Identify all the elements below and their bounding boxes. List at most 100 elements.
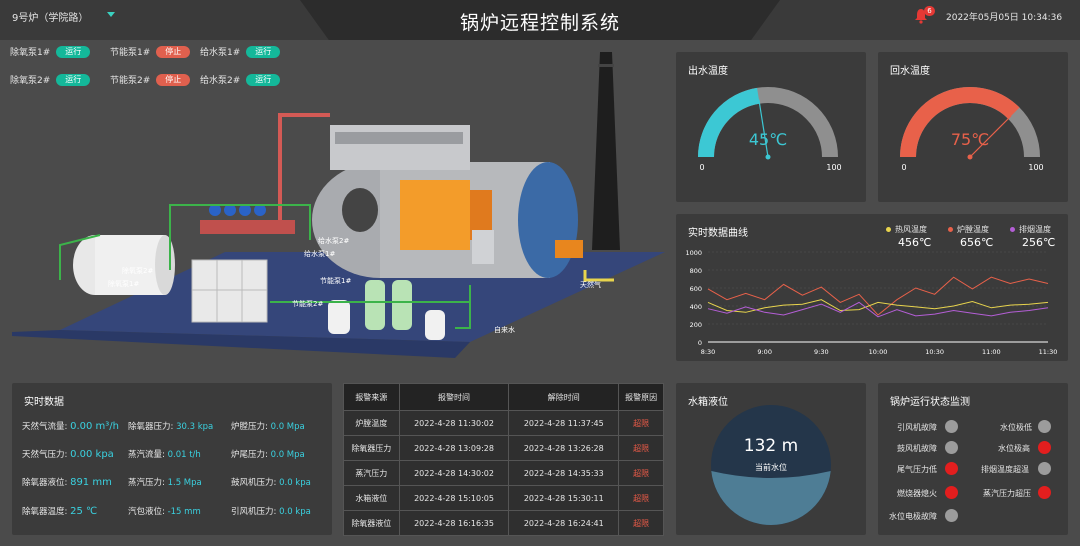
table-cell: 超限 xyxy=(618,435,664,461)
status-indicator xyxy=(945,420,958,433)
chevron-down-icon[interactable] xyxy=(107,12,115,17)
scene-label-feed-pump2: 给水泵2# xyxy=(318,236,349,245)
gauge-panel-return: 回水温度 xyxy=(878,52,1068,202)
table-cell: 超限 xyxy=(618,510,664,536)
realtime-label: 鼓风机压力: xyxy=(231,478,277,488)
y-tick-label: 0 xyxy=(698,339,702,347)
realtime-value: 0.00 m³/h xyxy=(70,421,119,432)
realtime-value: 30.3 kpa xyxy=(176,422,214,432)
table-row[interactable]: 水箱液位 2022-4-28 15:10:05 2022-4-28 15:30:11… xyxy=(343,485,664,511)
water-tank xyxy=(191,259,268,323)
table-cell: 2022-4-28 16:24:41 xyxy=(508,510,620,536)
alarm-table: 报警来源 报警时间 解除时间 报警原因 炉膛温度 2022-4-28 11:30:… xyxy=(343,383,664,536)
realtime-item: 除氧器液位: 891 mm xyxy=(22,476,112,488)
table-cell: 炉膛温度 xyxy=(343,410,400,436)
realtime-label: 天然气压力: xyxy=(22,450,68,460)
dashboard: 锅炉远程控制系统 9号炉（学院路） 6 2022年05月05日 10:34:36… xyxy=(0,0,1080,546)
station-selector[interactable]: 9号炉（学院路） xyxy=(12,9,88,24)
realtime-label: 除氧器温度: xyxy=(22,507,68,517)
x-tick-label: 10:30 xyxy=(925,348,944,356)
table-cell: 2022-4-28 15:30:11 xyxy=(508,485,620,511)
table-cell: 2022-4-28 13:26:28 xyxy=(508,435,620,461)
realtime-item: 除氧器压力: 30.3 kpa xyxy=(128,420,213,432)
status-indicator xyxy=(945,486,958,499)
status-indicator xyxy=(1038,441,1051,454)
x-tick-label: 8:30 xyxy=(701,348,716,356)
status-label: 蒸汽压力超压 xyxy=(983,489,1031,498)
realtime-label: 炉尾压力: xyxy=(231,450,268,460)
y-tick-label: 400 xyxy=(690,303,702,311)
realtime-item: 天然气流量: 0.00 m³/h xyxy=(22,420,119,432)
realtime-title: 实时数据 xyxy=(24,397,64,408)
realtime-value: 891 mm xyxy=(70,477,112,488)
legend-name: 排烟温度 xyxy=(1019,225,1051,234)
realtime-label: 除氧器压力: xyxy=(128,422,174,432)
realtime-value: 0.00 kpa xyxy=(70,449,114,460)
table-row[interactable]: 炉膛温度 2022-4-28 11:30:02 2022-4-28 11:37:45… xyxy=(343,410,664,436)
table-cell: 2022-4-28 16:16:35 xyxy=(398,510,510,536)
table-cell: 水箱液位 xyxy=(343,485,400,511)
realtime-label: 蒸汽流量: xyxy=(128,450,165,460)
table-cell: 超限 xyxy=(618,460,664,486)
realtime-label: 引风机压力: xyxy=(231,507,277,517)
table-cell: 除氧器液位 xyxy=(343,510,400,536)
status-label: 水位极低 xyxy=(1000,423,1032,432)
status-indicator xyxy=(1038,462,1051,475)
x-tick-label: 9:30 xyxy=(814,348,829,356)
realtime-value: 25 ℃ xyxy=(70,506,98,517)
line-chart: 0 200 400 600 800 1000 8:30 9:00 9:30 10:00 10:30 1… xyxy=(685,249,1058,356)
realtime-item: 蒸汽压力: 1.5 Mpa xyxy=(128,476,202,488)
legend-dot xyxy=(1010,227,1015,232)
realtime-value: 1.5 Mpa xyxy=(167,478,202,488)
status-indicator xyxy=(945,509,958,522)
status-label: 水位极高 xyxy=(998,444,1030,453)
realtime-item: 鼓风机压力: 0.0 kpa xyxy=(231,476,311,488)
realtime-label: 天然气流量: xyxy=(22,422,68,432)
realtime-label: 炉膛压力: xyxy=(231,422,268,432)
legend-item: 炉膛温度 xyxy=(948,224,989,235)
realtime-value: 0.0 Mpa xyxy=(270,450,305,460)
alarm-count-badge: 6 xyxy=(924,6,935,16)
tank-value: 132 m xyxy=(743,436,799,456)
boiler-scene: 除氧泵2# 除氧泵1# 给水泵2# 给水泵1# 节能泵1# 节能泵2# 天然气 … xyxy=(12,52,665,358)
status-label: 水位电极故障 xyxy=(889,512,937,521)
legend-item: 热风温度 xyxy=(886,224,927,235)
page-title: 锅炉远程控制系统 xyxy=(459,12,620,34)
table-row[interactable]: 除氧器压力 2022-4-28 13:09:28 2022-4-28 13:26:2… xyxy=(343,435,664,461)
table-cell: 2022-4-28 11:37:45 xyxy=(508,410,620,436)
datetime: 2022年05月05日 10:34:36 xyxy=(946,13,1063,23)
gauge-title: 回水温度 xyxy=(890,66,930,77)
legend-name: 炉膛温度 xyxy=(957,225,989,234)
column-header: 报警原因 xyxy=(618,383,664,411)
realtime-item: 蒸汽流量: 0.01 t/h xyxy=(128,448,201,460)
scene-label-natural-gas: 天然气 xyxy=(580,280,601,289)
scene-label-feed-pump1: 给水泵1# xyxy=(304,249,335,258)
x-tick-label: 11:00 xyxy=(982,348,1001,356)
realtime-value: 0.0 Mpa xyxy=(270,422,305,432)
gauge-panel-outlet: 出水温度 xyxy=(676,52,866,202)
table-cell: 蒸汽压力 xyxy=(343,460,400,486)
table-cell: 2022-4-28 14:35:33 xyxy=(508,460,620,486)
table-cell: 2022-4-28 13:09:28 xyxy=(398,435,510,461)
realtime-item: 除氧器温度: 25 ℃ xyxy=(22,505,97,517)
table-cell: 2022-4-28 11:30:02 xyxy=(398,410,510,436)
realtime-label: 蒸汽压力: xyxy=(128,478,165,488)
x-tick-label: 11:30 xyxy=(1039,348,1058,356)
gauge-title: 出水温度 xyxy=(688,66,728,77)
table-row[interactable]: 除氧器液位 2022-4-28 16:16:35 2022-4-28 16:24:4… xyxy=(343,510,664,536)
y-tick-label: 800 xyxy=(690,267,702,275)
realtime-value: 0.01 t/h xyxy=(167,450,201,460)
realtime-label: 除氧器液位: xyxy=(22,478,68,488)
realtime-value: 0.0 kpa xyxy=(279,478,311,488)
tank-water xyxy=(711,471,831,526)
status-label: 引风机故障 xyxy=(897,423,937,432)
status-indicator xyxy=(1038,486,1051,499)
column-header: 解除时间 xyxy=(508,383,620,411)
status-indicator xyxy=(945,441,958,454)
table-row[interactable]: 蒸汽压力 2022-4-28 14:30:02 2022-4-28 14:35:33… xyxy=(343,460,664,486)
table-cell: 2022-4-28 14:30:02 xyxy=(398,460,510,486)
realtime-value: 0.0 kpa xyxy=(279,507,311,517)
table-header-row: 报警来源 报警时间 解除时间 报警原因 xyxy=(343,383,664,411)
tank-label: 当前水位 xyxy=(755,463,787,472)
y-tick-label: 600 xyxy=(690,285,702,293)
